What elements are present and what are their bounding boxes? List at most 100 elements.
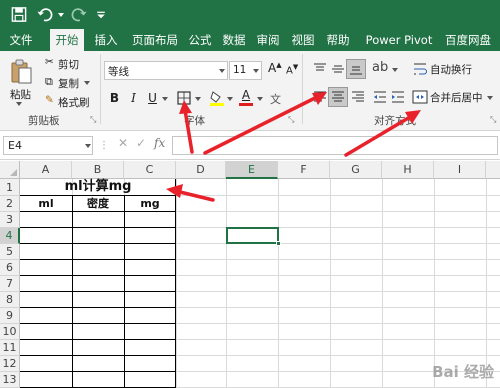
row-header-8[interactable]: 8 <box>0 292 20 308</box>
orientation-icon[interactable]: ab <box>372 60 388 75</box>
tab-data[interactable]: 数据 <box>220 29 248 51</box>
merge-center-button[interactable]: 合并后居中 <box>430 90 483 105</box>
align-top-icon[interactable] <box>312 61 328 77</box>
font-launcher-icon[interactable]: ⤡ <box>288 115 294 125</box>
row-header-5[interactable]: 5 <box>0 244 20 260</box>
tab-file[interactable]: 文件 <box>6 29 36 51</box>
format-painter-button[interactable]: 格式刷 <box>58 95 90 110</box>
tab-power-pivot[interactable]: Power Pivot <box>364 29 434 51</box>
row-header-3[interactable]: 3 <box>0 212 20 228</box>
paste-button[interactable]: 粘贴 <box>10 87 31 102</box>
row-header-10[interactable]: 10 <box>0 324 20 340</box>
column-header-j[interactable] <box>486 161 500 179</box>
tab-insert[interactable]: 插入 <box>92 29 120 51</box>
bold-button[interactable]: B <box>106 90 123 107</box>
confirm-entry-icon[interactable]: ✓ <box>136 136 146 150</box>
undo-icon[interactable] <box>36 6 54 23</box>
column-header-a[interactable]: A <box>20 161 72 179</box>
column-header-f[interactable]: F <box>278 161 330 179</box>
phonetic-guide-icon[interactable]: 文 <box>270 91 281 107</box>
alignment-launcher-icon[interactable]: ⤡ <box>490 115 496 125</box>
copy-icon[interactable]: ⧉ <box>45 75 53 89</box>
fill-handle[interactable] <box>276 241 281 246</box>
row-header-11[interactable]: 11 <box>0 340 20 356</box>
paste-dropdown-icon[interactable] <box>16 102 22 106</box>
column-header-d[interactable]: D <box>176 161 226 179</box>
merge-center-dropdown-icon[interactable] <box>487 96 493 100</box>
worksheet-grid[interactable]: A B C D E F G H I 1 2 3 4 5 6 7 8 9 10 1… <box>0 161 500 388</box>
row-header-1[interactable]: 1 <box>0 179 20 196</box>
merged-title-cell[interactable]: ml计算mg <box>20 179 176 195</box>
font-color-icon[interactable]: A <box>238 88 254 106</box>
redo-icon[interactable] <box>70 6 88 23</box>
formula-input[interactable] <box>172 136 498 155</box>
font-size-dropdown-icon[interactable] <box>253 69 259 73</box>
tab-view[interactable]: 视图 <box>289 29 317 51</box>
fill-color-icon[interactable] <box>209 89 225 107</box>
underline-dropdown-icon[interactable] <box>162 97 168 101</box>
tab-review[interactable]: 审阅 <box>254 29 282 51</box>
tab-home[interactable]: 开始 <box>50 29 84 51</box>
select-all-button[interactable] <box>0 161 20 179</box>
column-header-g[interactable]: G <box>330 161 382 179</box>
align-middle-icon[interactable] <box>330 61 346 77</box>
font-name-dropdown-icon[interactable] <box>219 69 225 73</box>
cancel-entry-icon[interactable]: ✕ <box>118 136 128 150</box>
insert-function-icon[interactable]: fx <box>154 136 165 150</box>
cut-button[interactable]: 剪切 <box>58 57 79 72</box>
wrap-text-icon[interactable] <box>412 61 428 77</box>
copy-dropdown-icon[interactable] <box>84 81 90 85</box>
wrap-text-button[interactable]: 自动换行 <box>430 62 472 77</box>
align-left-icon[interactable] <box>312 89 328 105</box>
row-header-6[interactable]: 6 <box>0 260 20 276</box>
column-header-i[interactable]: I <box>434 161 486 179</box>
italic-button[interactable]: I <box>125 90 142 107</box>
row-header-13[interactable]: 13 <box>0 372 20 388</box>
gridline <box>278 179 279 388</box>
merge-center-icon[interactable] <box>412 89 428 105</box>
tab-formulas[interactable]: 公式 <box>186 29 214 51</box>
active-cell[interactable] <box>226 227 279 244</box>
cell-b2[interactable]: 密度 <box>72 196 124 211</box>
tab-page-layout[interactable]: 页面布局 <box>127 29 183 51</box>
orientation-dropdown-icon[interactable] <box>392 68 398 72</box>
align-right-icon[interactable] <box>350 89 366 105</box>
align-center-button[interactable] <box>328 87 348 107</box>
undo-dropdown-icon[interactable] <box>58 13 64 17</box>
row-header-7[interactable]: 7 <box>0 276 20 292</box>
underline-button[interactable]: U <box>144 90 161 107</box>
borders-dropdown-icon[interactable] <box>195 97 201 101</box>
row-header-12[interactable]: 12 <box>0 356 20 372</box>
clipboard-launcher-icon[interactable]: ⤡ <box>90 115 96 125</box>
font-size-select[interactable]: 11 <box>229 61 262 80</box>
font-name-select[interactable]: 等线 <box>104 61 228 80</box>
increase-font-size-icon[interactable]: A▲ <box>268 61 282 75</box>
column-header-c[interactable]: C <box>124 161 176 179</box>
customize-quick-access-icon[interactable] <box>92 6 110 23</box>
name-box[interactable]: E4 <box>3 136 93 155</box>
fill-color-dropdown-icon[interactable] <box>227 97 233 101</box>
paste-icon[interactable] <box>10 59 32 85</box>
decrease-indent-icon[interactable] <box>372 89 388 105</box>
tab-baidu-netdisk[interactable]: 百度网盘 <box>440 29 496 51</box>
copy-button[interactable]: 复制 <box>58 76 79 91</box>
formula-bar-resize-icon[interactable]: ⋮ <box>99 140 109 151</box>
row-header-4[interactable]: 4 <box>0 228 20 244</box>
cut-icon[interactable]: ✂ <box>45 56 54 68</box>
increase-indent-icon[interactable] <box>390 89 406 105</box>
font-color-dropdown-icon[interactable] <box>257 97 263 101</box>
column-header-b[interactable]: B <box>72 161 124 179</box>
tab-help[interactable]: 帮助 <box>324 29 352 51</box>
cell-c2[interactable]: mg <box>124 196 176 211</box>
column-header-h[interactable]: H <box>382 161 434 179</box>
decrease-font-size-icon[interactable]: A▼ <box>286 63 298 76</box>
cell-a2[interactable]: ml <box>20 196 72 211</box>
format-painter-icon[interactable]: ✎ <box>45 94 54 106</box>
align-bottom-button[interactable] <box>346 59 366 79</box>
row-header-9[interactable]: 9 <box>0 308 20 324</box>
borders-icon[interactable] <box>176 90 192 106</box>
column-header-e[interactable]: E <box>226 161 278 179</box>
save-icon[interactable] <box>10 6 28 23</box>
name-box-dropdown-icon[interactable] <box>85 144 91 148</box>
row-header-2[interactable]: 2 <box>0 196 20 212</box>
